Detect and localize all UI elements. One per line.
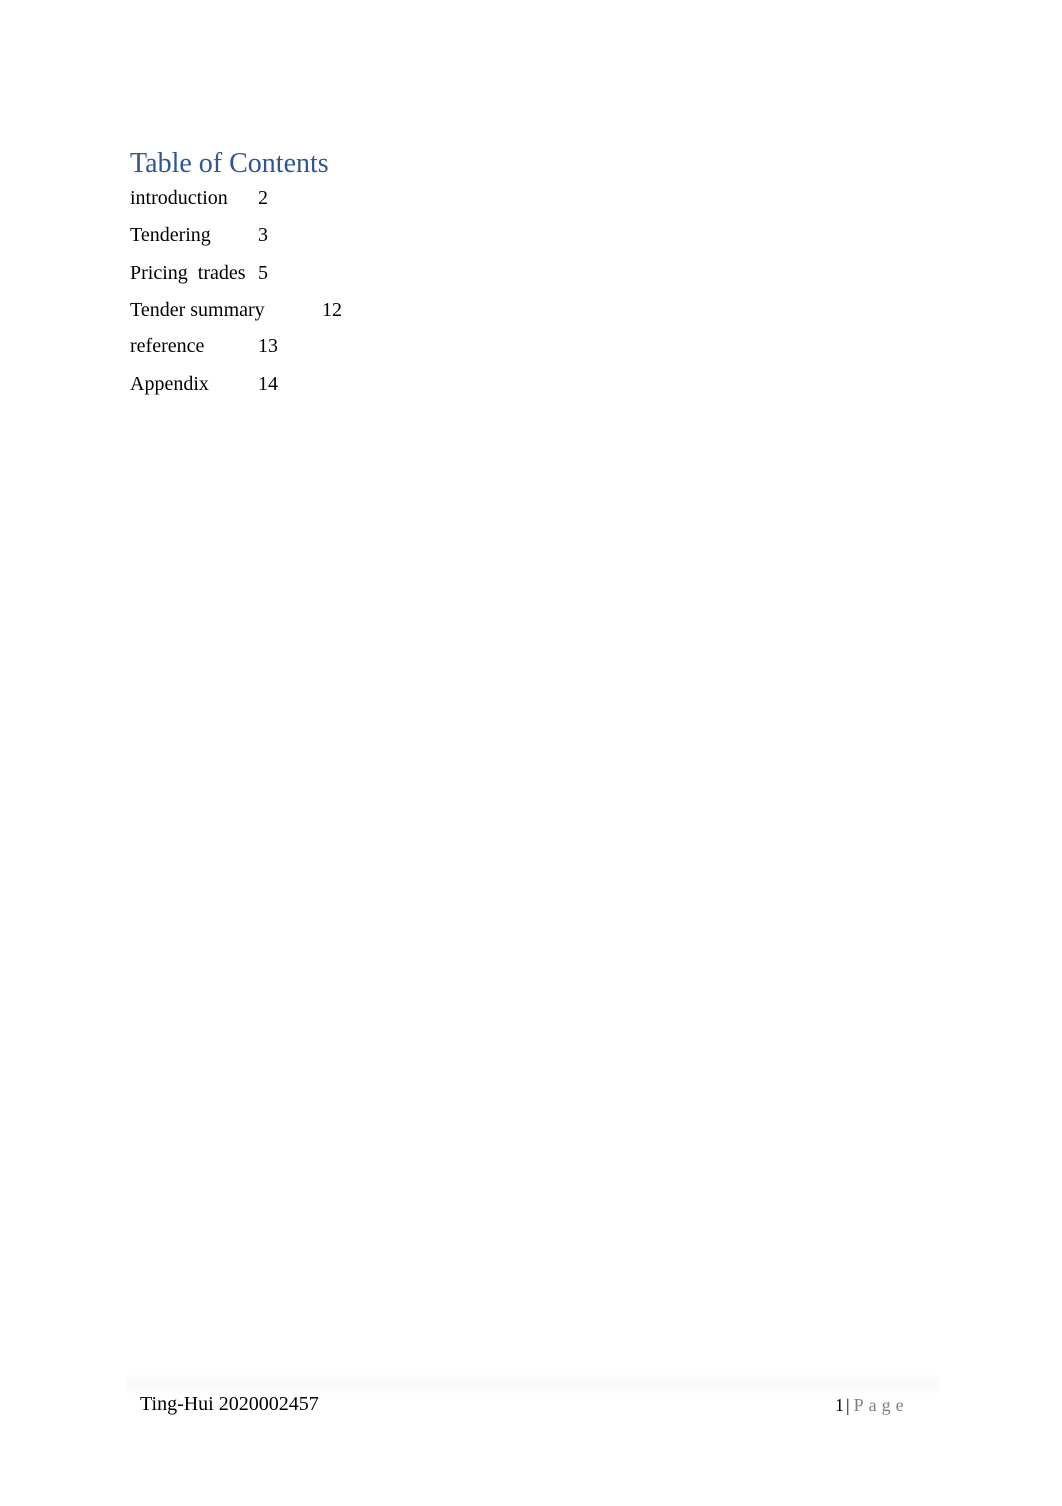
toc-entry-page: 13 [258, 335, 278, 357]
toc-entry-page: 2 [258, 187, 268, 209]
footer-author-id: Ting-Hui 2020002457 [140, 1393, 319, 1415]
document-page: Table of Contents introduction 2 Tenderi… [0, 0, 1062, 1506]
page-word: Page [853, 1395, 909, 1415]
footer-page-number: 1 | Page [835, 1393, 909, 1417]
toc-entry-label: Tender summary [130, 299, 265, 321]
toc-entry-page: 14 [258, 373, 278, 395]
toc-entry-label: Appendix [130, 373, 209, 395]
toc-entry-label: Pricing trades [130, 262, 246, 284]
toc-title: Table of Contents [130, 148, 329, 179]
toc-entry-label: Tendering [130, 224, 211, 246]
toc-entry-label: reference [130, 335, 205, 357]
toc-entry-page: 5 [258, 262, 268, 284]
toc-entry-page: 12 [322, 299, 342, 321]
page-separator: | [846, 1395, 850, 1415]
toc-entry-page: 3 [258, 224, 268, 246]
toc-entry-label: introduction [130, 187, 228, 209]
page-number: 1 [835, 1395, 844, 1415]
